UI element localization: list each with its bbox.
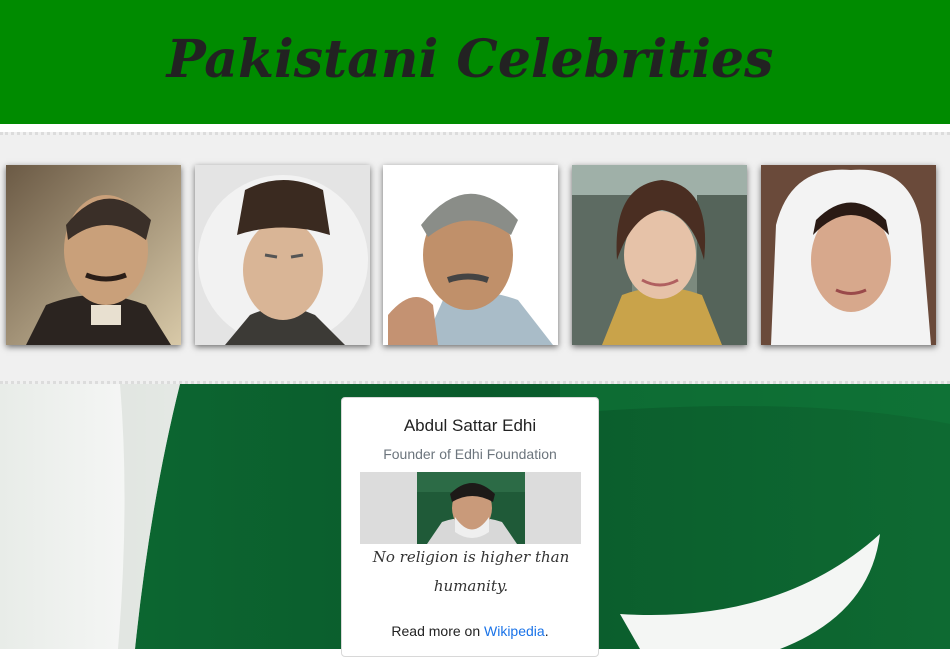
card-quote: No religion is higher than humanity.	[372, 548, 570, 595]
celebrity-thumbnail-2[interactable]	[195, 165, 370, 345]
read-more-prefix: Read more on	[391, 623, 484, 639]
portrait-3-image	[383, 165, 558, 345]
portrait-2-image	[195, 165, 370, 345]
celebrity-thumbnail-1[interactable]	[6, 165, 181, 345]
card-role: Founder of Edhi Foundation	[383, 446, 557, 462]
page-header: Pakistani Celebrities	[0, 0, 950, 124]
celebrity-thumbnail-4[interactable]	[572, 165, 747, 345]
portrait-5-image	[761, 165, 936, 345]
read-more-suffix: .	[544, 623, 549, 639]
card-photo	[417, 472, 525, 544]
edhi-portrait-image	[417, 472, 525, 544]
celebrity-thumbnail-3[interactable]	[383, 165, 558, 345]
celebrity-card: Abdul Sattar Edhi Founder of Edhi Founda…	[341, 397, 599, 657]
portrait-1-image	[6, 165, 181, 345]
celebrity-gallery	[0, 132, 950, 384]
card-read-more: Read more on Wikipedia.	[342, 623, 598, 639]
card-name: Abdul Sattar Edhi	[403, 416, 537, 435]
celebrity-thumbnail-5[interactable]	[761, 165, 936, 345]
card-photo-frame	[360, 472, 581, 544]
portrait-4-image	[572, 165, 747, 345]
page-title: Pakistani Celebrities	[166, 29, 774, 90]
wikipedia-link[interactable]: Wikipedia	[484, 623, 545, 639]
